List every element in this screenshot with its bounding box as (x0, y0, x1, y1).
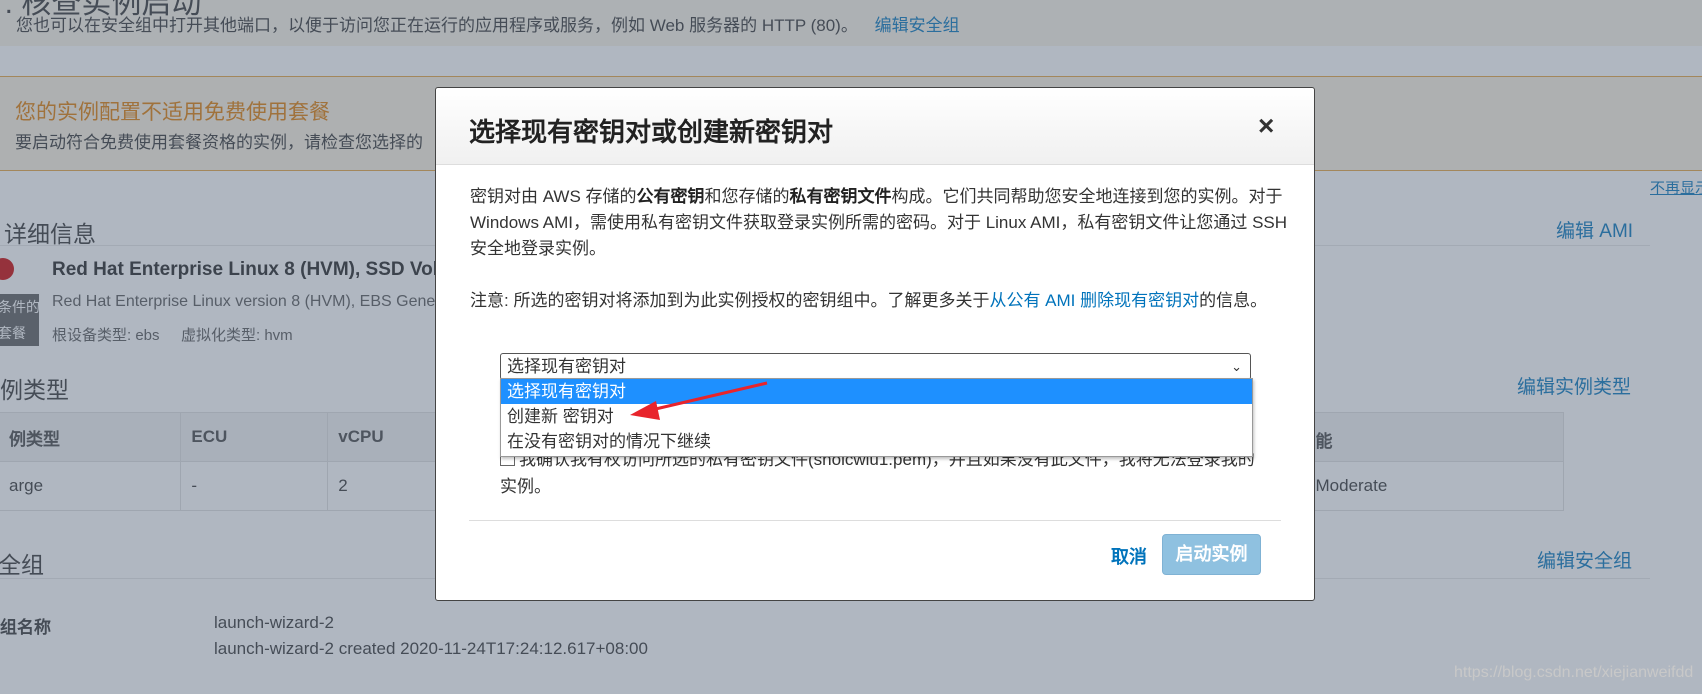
close-icon[interactable]: × (1258, 110, 1274, 142)
dialog-footer-divider (469, 520, 1281, 521)
key-pair-option-list: 选择现有密钥对 创建新 密钥对 在没有密钥对的情况下继续 (500, 378, 1253, 457)
private-key-term: 私有密钥文件 (789, 187, 892, 206)
dialog-note: 注意: 所选的密钥对将添加到为此实例授权的密钥组中。了解更多关于从公有 AMI … (470, 291, 1268, 310)
key-pair-option-select[interactable]: 选择现有密钥对 ⌄ (500, 353, 1251, 380)
option-create-new[interactable]: 创建新 密钥对 (501, 404, 1252, 429)
cancel-button[interactable]: 取消 (1111, 543, 1147, 569)
option-proceed-without[interactable]: 在没有密钥对的情况下继续 (501, 429, 1252, 454)
dialog-title: 选择现有密钥对或创建新密钥对 (469, 117, 834, 147)
public-key-term: 公有密钥 (636, 187, 705, 206)
key-pair-dialog: 选择现有密钥对或创建新密钥对 × 密钥对由 AWS 存储的公有密钥和您存储的私有… (435, 87, 1315, 601)
launch-instances-button[interactable]: 启动实例 (1162, 534, 1261, 575)
remove-key-pair-link[interactable]: 从公有 AMI 删除现有密钥对 (989, 291, 1199, 310)
dialog-intro: 密钥对由 AWS 存储的公有密钥和您存储的私有密钥文件构成。它们共同帮助您安全地… (470, 187, 1288, 258)
option-choose-existing[interactable]: 选择现有密钥对 (501, 379, 1252, 404)
chevron-down-icon: ⌄ (1231, 359, 1242, 374)
dialog-header: 选择现有密钥对或创建新密钥对 × (436, 88, 1314, 165)
select-value: 选择现有密钥对 (507, 357, 626, 376)
watermark: https://blog.csdn.net/xiejianweifdd (1454, 664, 1694, 681)
